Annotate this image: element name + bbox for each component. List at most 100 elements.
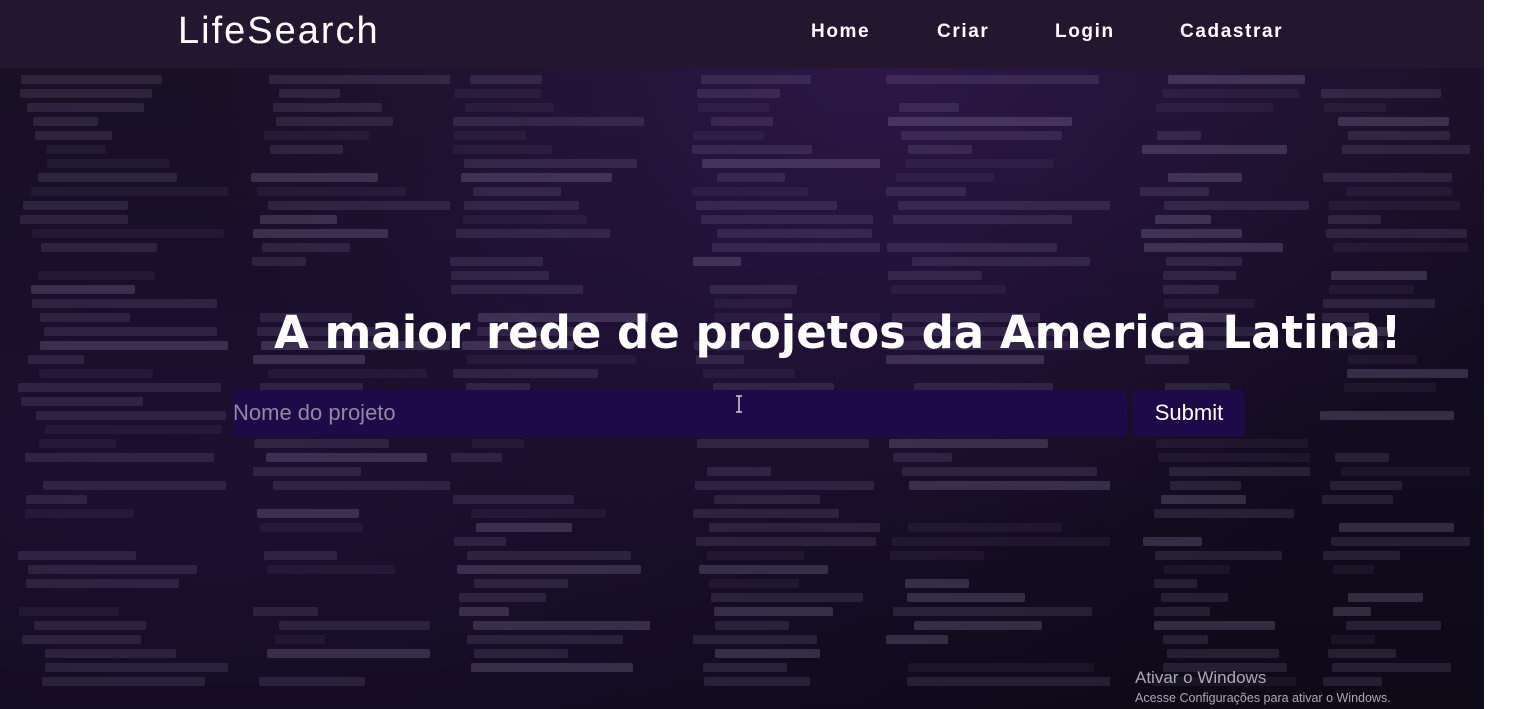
code-line: [893, 607, 1092, 616]
hero-headline: A maior rede de projetos da America Lati…: [274, 306, 1402, 359]
code-line: [43, 481, 226, 490]
code-line: [26, 495, 87, 504]
code-line: [907, 677, 1110, 686]
code-line: [260, 215, 337, 224]
code-line: [1347, 369, 1468, 378]
code-line: [1166, 257, 1242, 266]
code-line: [456, 229, 610, 238]
code-line: [887, 243, 1057, 252]
code-line: [279, 89, 340, 98]
code-line: [18, 383, 221, 392]
nav-links: Home Criar Login Cadastrar: [0, 21, 1484, 45]
code-line: [696, 537, 876, 546]
code-line: [38, 271, 155, 280]
project-name-input[interactable]: [233, 390, 1127, 436]
code-line: [899, 103, 959, 112]
code-line: [1157, 131, 1201, 140]
code-line: [908, 523, 1062, 532]
code-line: [707, 467, 771, 476]
code-line: [886, 635, 948, 644]
code-line: [473, 621, 650, 630]
code-line: [1163, 285, 1219, 294]
code-line: [264, 131, 369, 140]
code-line: [1154, 509, 1294, 518]
code-line: [1324, 103, 1386, 112]
code-line: [453, 495, 574, 504]
code-line: [28, 565, 197, 574]
code-line: [26, 579, 179, 588]
code-line: [279, 621, 430, 630]
code-line: [892, 537, 1110, 546]
code-line: [21, 397, 143, 406]
code-line: [453, 117, 644, 126]
code-line: [19, 607, 119, 616]
code-line: [1140, 187, 1209, 196]
code-line: [27, 103, 144, 112]
code-line: [893, 453, 952, 462]
code-line: [260, 523, 363, 532]
code-line: [886, 187, 966, 196]
code-line: [44, 327, 217, 336]
nav-login-link[interactable]: Login: [1055, 21, 1115, 43]
code-line: [715, 649, 820, 658]
code-line: [896, 173, 994, 182]
code-line: [464, 201, 579, 210]
code-line: [1348, 593, 1423, 602]
code-line: [1156, 103, 1273, 112]
nav-home-link[interactable]: Home: [811, 21, 870, 43]
code-line: [471, 509, 606, 518]
nav-cadastrar-link[interactable]: Cadastrar: [1180, 21, 1283, 43]
code-line: [889, 439, 1048, 448]
code-line: [268, 201, 450, 210]
code-line: [692, 145, 812, 154]
code-line: [1331, 635, 1375, 644]
code-line: [264, 551, 337, 560]
code-line: [1169, 467, 1310, 476]
code-line: [1323, 551, 1400, 560]
code-column: [1320, 70, 1470, 709]
code-line: [267, 649, 430, 658]
code-line: [707, 551, 804, 560]
code-line: [1141, 229, 1242, 238]
code-line: [714, 495, 820, 504]
code-line: [1155, 215, 1211, 224]
code-line: [888, 271, 982, 280]
code-line: [901, 131, 1062, 140]
code-line: [254, 439, 389, 448]
code-line: [709, 579, 799, 588]
code-line: [1163, 635, 1208, 644]
code-line: [473, 187, 561, 196]
code-line: [701, 75, 811, 84]
code-line: [266, 453, 427, 462]
code-line: [252, 257, 306, 266]
code-line: [467, 635, 623, 644]
code-line: [1328, 215, 1381, 224]
code-line: [453, 145, 552, 154]
code-line: [268, 369, 427, 378]
code-line: [465, 103, 554, 112]
code-line: [1168, 75, 1305, 84]
code-line: [32, 229, 224, 238]
code-line: [1167, 649, 1279, 658]
submit-button[interactable]: Submit: [1133, 390, 1245, 436]
code-line: [898, 201, 1110, 210]
code-line: [461, 173, 612, 182]
nav-criar-link[interactable]: Criar: [937, 21, 989, 43]
code-line: [45, 663, 228, 672]
code-line: [715, 621, 789, 630]
watermark-subtitle: Acesse Configurações para ativar o Windo…: [1135, 691, 1391, 705]
code-line: [31, 285, 135, 294]
code-line: [1164, 565, 1230, 574]
code-line: [709, 523, 880, 532]
code-line: [1341, 467, 1470, 476]
code-line: [1338, 117, 1449, 126]
code-column: [18, 70, 228, 709]
code-line: [273, 481, 450, 490]
code-line: [476, 523, 572, 532]
code-line: [914, 621, 1042, 630]
code-line: [451, 285, 583, 294]
code-line: [474, 579, 568, 588]
code-line: [1331, 271, 1427, 280]
code-line: [1329, 201, 1460, 210]
code-line: [893, 215, 1072, 224]
